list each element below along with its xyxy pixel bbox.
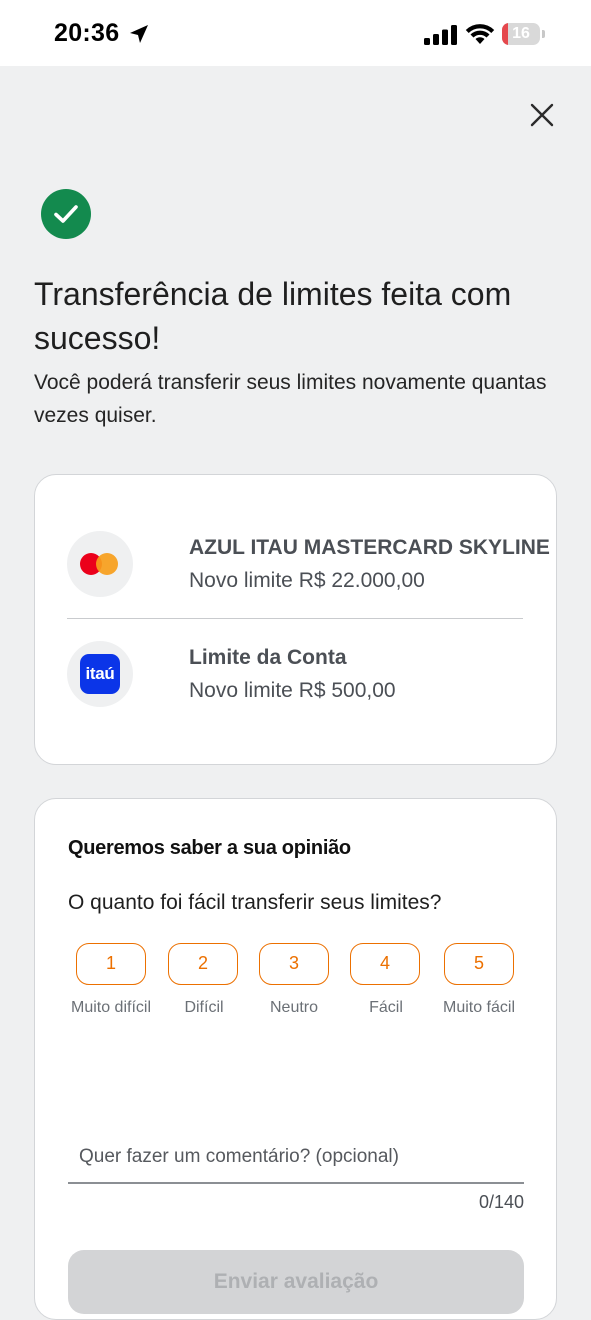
feedback-question: O quanto foi fácil transferir seus limit…: [68, 891, 442, 914]
rating-button-3[interactable]: 3: [259, 943, 329, 985]
page-subtitle: Você poderá transferir seus limites nova…: [34, 371, 547, 427]
battery-percentage: 16: [512, 25, 530, 42]
rating-label-2: Difícil: [184, 999, 224, 1016]
page-title: Transferência de limites feita com suces…: [34, 276, 512, 356]
limit-item-detail: Novo limite R$ 500,00: [189, 679, 396, 702]
wifi-icon: [465, 24, 495, 44]
itau-logo-icon: itaú: [80, 654, 120, 694]
rating-button-1[interactable]: 1: [76, 943, 146, 985]
itau-avatar: itaú: [67, 641, 133, 707]
status-time: 20:36: [54, 19, 120, 47]
signal-icon: [424, 25, 457, 45]
rating-label-5: Muito fácil: [442, 999, 516, 1016]
rating-label-4: Fácil: [369, 999, 403, 1016]
check-circle-icon: [41, 189, 91, 239]
status-bar: 20:36 16: [0, 0, 591, 66]
rating-button-5[interactable]: 5: [444, 943, 514, 985]
send-rating-button[interactable]: Enviar avaliação: [68, 1250, 524, 1314]
limit-item-title: AZUL ITAU MASTERCARD SKYLINE: [189, 536, 550, 559]
battery-tip: [542, 30, 545, 38]
location-arrow-icon: [130, 25, 148, 43]
rating-button-2[interactable]: 2: [168, 943, 238, 985]
rating-label-3: Neutro: [269, 999, 319, 1016]
limit-item-card: AZUL ITAU MASTERCARD SKYLINE Novo limite…: [67, 531, 550, 601]
rating-button-4[interactable]: 4: [350, 943, 420, 985]
character-counter: 0/140: [478, 1192, 524, 1212]
mastercard-icon: [67, 531, 133, 597]
feedback-card: Queremos saber a sua opinião O quanto fo…: [34, 798, 557, 1320]
limit-item-detail: Novo limite R$ 22.000,00: [189, 569, 425, 592]
feedback-title: Queremos saber a sua opinião: [68, 837, 351, 859]
comment-underline: [68, 1182, 524, 1184]
limit-item-account: itaú Limite da Conta Novo limite R$ 500,…: [67, 641, 523, 711]
comment-placeholder: Quer fazer um comentário? (opcional): [79, 1146, 399, 1167]
limits-card: AZUL ITAU MASTERCARD SKYLINE Novo limite…: [34, 474, 557, 765]
close-icon[interactable]: [525, 98, 559, 132]
limit-item-title: Limite da Conta: [189, 646, 347, 669]
divider: [67, 618, 523, 619]
battery-icon: 16: [502, 23, 540, 45]
rating-label-1: Muito difícil: [70, 999, 152, 1016]
mastercard-yellow-circle: [96, 553, 118, 575]
